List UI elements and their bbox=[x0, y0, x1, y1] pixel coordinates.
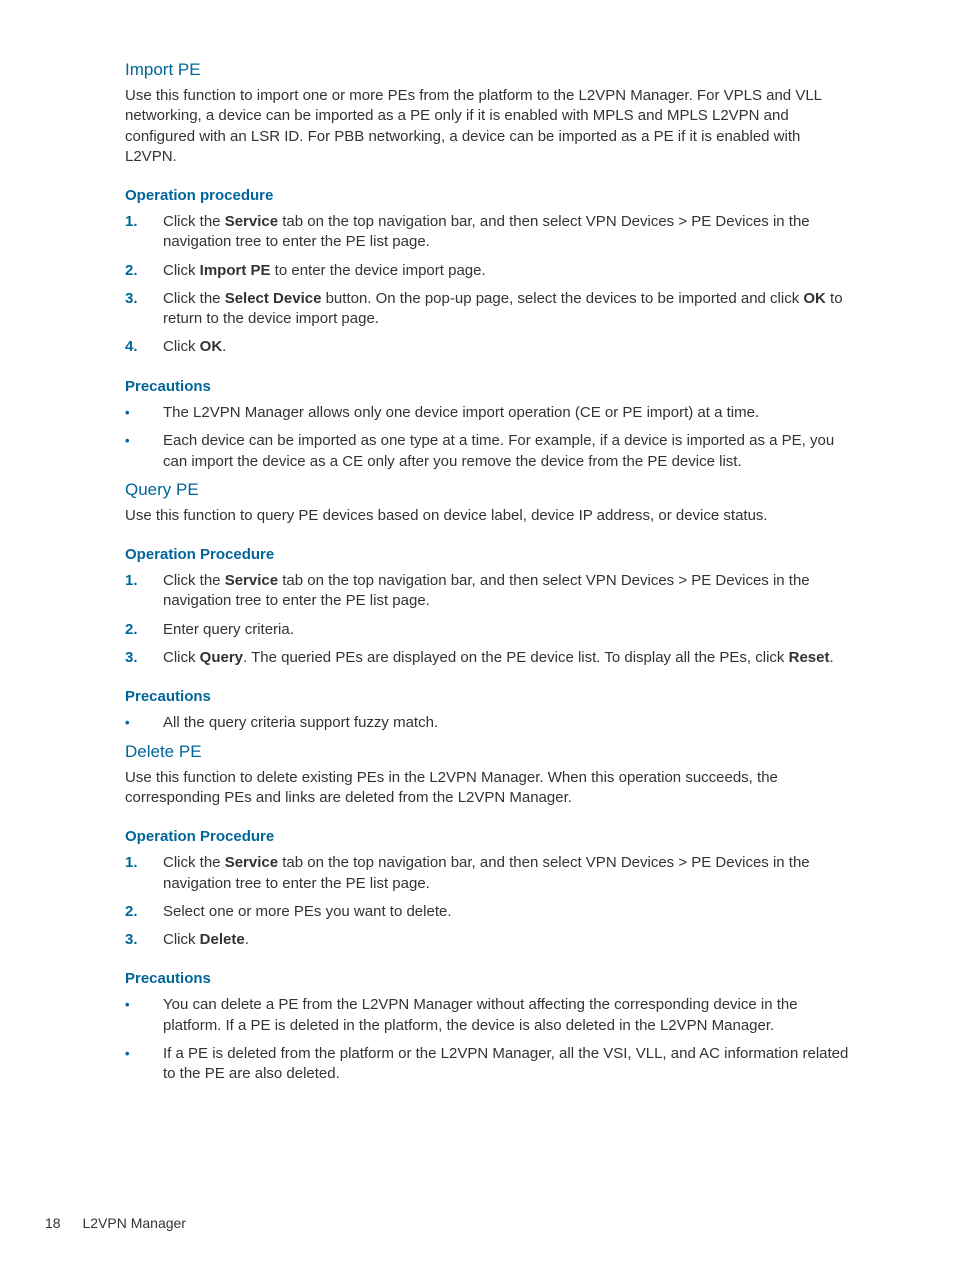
precaution-text: All the query criteria support fuzzy mat… bbox=[163, 713, 854, 733]
procedure-steps: 1.Click the Service tab on the top navig… bbox=[125, 853, 854, 950]
list-item: •All the query criteria support fuzzy ma… bbox=[125, 713, 854, 734]
section-intro: Use this function to delete existing PEs… bbox=[125, 768, 854, 809]
precautions-list: •You can delete a PE from the L2VPN Mana… bbox=[125, 995, 854, 1084]
section-title: Query PE bbox=[125, 480, 854, 500]
step-text: Click Delete. bbox=[163, 930, 854, 950]
precaution-text: If a PE is deleted from the platform or … bbox=[163, 1044, 854, 1085]
precaution-text: Each device can be imported as one type … bbox=[163, 431, 854, 472]
step-text: Click Import PE to enter the device impo… bbox=[163, 261, 854, 281]
precautions-heading: Precautions bbox=[125, 970, 854, 987]
step-number: 3. bbox=[125, 930, 163, 950]
list-item: 2.Enter query criteria. bbox=[125, 620, 854, 640]
list-item: 1.Click the Service tab on the top navig… bbox=[125, 212, 854, 253]
step-text: Click the Service tab on the top navigat… bbox=[163, 571, 854, 612]
list-item: 3.Click Delete. bbox=[125, 930, 854, 950]
procedure-steps: 1.Click the Service tab on the top navig… bbox=[125, 571, 854, 668]
operation-procedure-heading: Operation procedure bbox=[125, 187, 854, 204]
precaution-text: You can delete a PE from the L2VPN Manag… bbox=[163, 995, 854, 1036]
bullet-icon: • bbox=[125, 1044, 163, 1065]
page-number: 18 bbox=[45, 1215, 61, 1231]
list-item: •The L2VPN Manager allows only one devic… bbox=[125, 403, 854, 424]
step-text: Select one or more PEs you want to delet… bbox=[163, 902, 854, 922]
precautions-list: •All the query criteria support fuzzy ma… bbox=[125, 713, 854, 734]
list-item: 1.Click the Service tab on the top navig… bbox=[125, 853, 854, 894]
step-number: 1. bbox=[125, 853, 163, 873]
precautions-heading: Precautions bbox=[125, 688, 854, 705]
list-item: 3.Click Query. The queried PEs are displ… bbox=[125, 648, 854, 668]
procedure-steps: 1.Click the Service tab on the top navig… bbox=[125, 212, 854, 358]
page-footer: 18 L2VPN Manager bbox=[45, 1215, 186, 1231]
section-intro: Use this function to import one or more … bbox=[125, 86, 854, 167]
step-number: 2. bbox=[125, 902, 163, 922]
step-number: 4. bbox=[125, 337, 163, 357]
step-text: Click Query. The queried PEs are display… bbox=[163, 648, 854, 668]
list-item: •If a PE is deleted from the platform or… bbox=[125, 1044, 854, 1085]
step-number: 2. bbox=[125, 261, 163, 281]
bullet-icon: • bbox=[125, 995, 163, 1016]
precaution-text: The L2VPN Manager allows only one device… bbox=[163, 403, 854, 423]
bullet-icon: • bbox=[125, 431, 163, 452]
precautions-list: •The L2VPN Manager allows only one devic… bbox=[125, 403, 854, 472]
list-item: 4.Click OK. bbox=[125, 337, 854, 357]
list-item: 2.Select one or more PEs you want to del… bbox=[125, 902, 854, 922]
step-number: 3. bbox=[125, 648, 163, 668]
section-title: Import PE bbox=[125, 60, 854, 80]
step-number: 1. bbox=[125, 212, 163, 232]
list-item: 3.Click the Select Device button. On the… bbox=[125, 289, 854, 330]
list-item: •Each device can be imported as one type… bbox=[125, 431, 854, 472]
step-number: 1. bbox=[125, 571, 163, 591]
step-text: Click OK. bbox=[163, 337, 854, 357]
list-item: 2.Click Import PE to enter the device im… bbox=[125, 261, 854, 281]
bullet-icon: • bbox=[125, 713, 163, 734]
section-intro: Use this function to query PE devices ba… bbox=[125, 506, 854, 526]
step-text: Click the Service tab on the top navigat… bbox=[163, 212, 854, 253]
list-item: •You can delete a PE from the L2VPN Mana… bbox=[125, 995, 854, 1036]
step-number: 2. bbox=[125, 620, 163, 640]
bullet-icon: • bbox=[125, 403, 163, 424]
operation-procedure-heading: Operation Procedure bbox=[125, 546, 854, 563]
step-text: Click the Select Device button. On the p… bbox=[163, 289, 854, 330]
precautions-heading: Precautions bbox=[125, 378, 854, 395]
step-number: 3. bbox=[125, 289, 163, 309]
section-title: Delete PE bbox=[125, 742, 854, 762]
list-item: 1.Click the Service tab on the top navig… bbox=[125, 571, 854, 612]
chapter-title: L2VPN Manager bbox=[82, 1215, 186, 1231]
step-text: Enter query criteria. bbox=[163, 620, 854, 640]
operation-procedure-heading: Operation Procedure bbox=[125, 828, 854, 845]
step-text: Click the Service tab on the top navigat… bbox=[163, 853, 854, 894]
page-content: Import PE Use this function to import one… bbox=[0, 0, 954, 1084]
